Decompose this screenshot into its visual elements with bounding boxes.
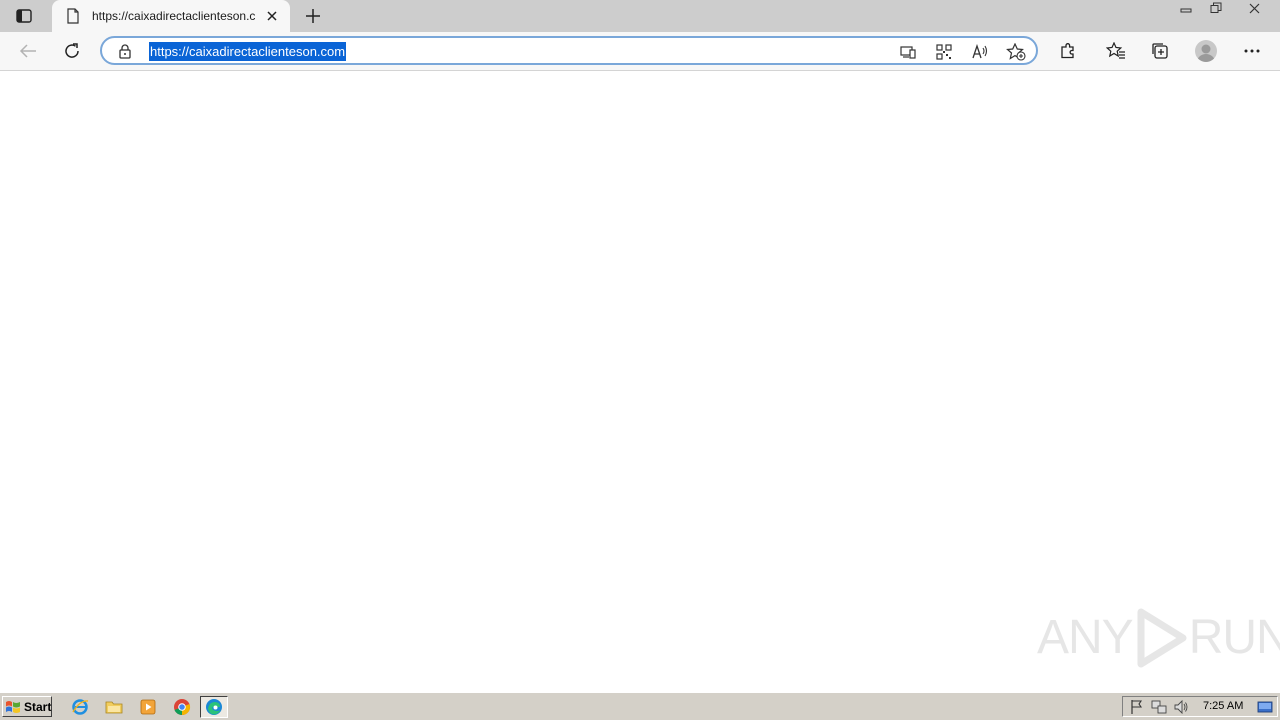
restore-button[interactable] [1202, 0, 1230, 16]
page-icon [67, 8, 79, 24]
new-tab-button[interactable] [300, 4, 326, 28]
watermark-text-right: RUN [1188, 611, 1280, 664]
qr-code-button[interactable] [934, 42, 954, 62]
more-horizontal-icon [1244, 49, 1260, 53]
watermark-text-left: ANY [1037, 611, 1134, 664]
close-icon [267, 11, 277, 21]
close-window-icon [1249, 3, 1259, 13]
media-player-icon [140, 699, 156, 715]
url-text[interactable]: https://caixadirectaclienteson.com [149, 42, 347, 61]
restore-icon [1210, 2, 1222, 13]
read-aloud-icon [972, 44, 988, 59]
taskbar-chrome[interactable] [170, 696, 194, 718]
app-available-button[interactable] [898, 42, 918, 62]
collections-button[interactable] [1146, 37, 1174, 65]
taskbar: Start 7:25 AM [0, 692, 1280, 720]
close-window-button[interactable] [1232, 0, 1276, 16]
start-button[interactable]: Start [2, 696, 52, 717]
lock-icon[interactable] [117, 43, 133, 59]
taskbar-clock[interactable]: 7:25 AM [1203, 697, 1243, 716]
volume-icon[interactable] [1173, 699, 1189, 715]
star-add-icon [1006, 43, 1026, 61]
taskbar-file-explorer[interactable] [102, 696, 126, 718]
show-desktop-icon[interactable] [1257, 699, 1273, 715]
plus-icon [306, 9, 320, 23]
title-bar: https://caixadirectaclienteson.c [0, 0, 1280, 32]
taskbar-edge[interactable] [200, 696, 228, 718]
network-icon[interactable] [1151, 699, 1167, 715]
browser-toolbar: https://caixadirectaclienteson.com [0, 32, 1280, 71]
play-logo-icon [1137, 608, 1187, 668]
browser-tab[interactable]: https://caixadirectaclienteson.c [52, 0, 290, 32]
address-bar[interactable]: https://caixadirectaclienteson.com [100, 36, 1038, 65]
taskbar-internet-explorer[interactable] [68, 696, 92, 718]
minimize-icon [1180, 8, 1192, 13]
collections-icon [1152, 43, 1168, 59]
tab-actions-button[interactable] [10, 6, 38, 26]
favorites-button[interactable] [1102, 37, 1130, 65]
app-install-icon [900, 46, 916, 59]
system-tray: 7:25 AM [1122, 696, 1278, 717]
read-aloud-button[interactable] [970, 42, 990, 62]
favorites-icon [1106, 42, 1125, 59]
window-controls [1172, 0, 1280, 18]
taskbar-media-player[interactable] [136, 696, 160, 718]
windows-logo-icon [6, 700, 20, 713]
puzzle-icon [1061, 43, 1074, 59]
folder-icon [105, 701, 123, 714]
chrome-icon [174, 699, 191, 716]
page-content [0, 71, 1280, 692]
tab-close-button[interactable] [262, 6, 282, 26]
start-label: Start [24, 699, 52, 714]
add-favorite-button[interactable] [1006, 42, 1026, 62]
extensions-button[interactable] [1054, 37, 1082, 65]
tab-title: https://caixadirectaclienteson.c [92, 9, 256, 23]
qr-code-icon [936, 44, 952, 60]
arrow-left-icon [19, 44, 36, 58]
minimize-button[interactable] [1172, 0, 1200, 16]
profile-avatar[interactable] [1195, 40, 1217, 62]
settings-menu-button[interactable] [1238, 37, 1266, 65]
refresh-icon [65, 43, 79, 58]
tab-actions-icon [16, 9, 32, 23]
anyrun-watermark: ANY RUN [1037, 608, 1280, 668]
flag-icon[interactable] [1129, 699, 1145, 715]
internet-explorer-icon [72, 699, 89, 715]
edge-icon [206, 699, 222, 715]
user-icon [1197, 44, 1215, 62]
refresh-button[interactable] [58, 37, 86, 65]
back-button[interactable] [14, 37, 42, 65]
